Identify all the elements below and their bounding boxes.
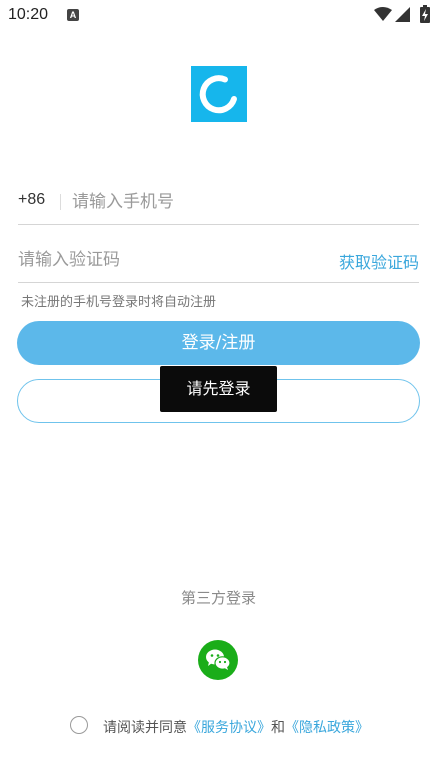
agreement-and: 和 (271, 720, 285, 736)
divider (60, 194, 61, 210)
service-agreement-link[interactable]: 《服务协议》 (187, 720, 271, 736)
phone-input[interactable] (72, 188, 402, 216)
code-row: 获取验证码 (18, 240, 419, 283)
third-party-title: 第三方登录 (180, 589, 256, 607)
status-time: 10:20 (8, 6, 49, 23)
wechat-login-button[interactable] (198, 640, 238, 680)
code-input[interactable] (18, 246, 308, 274)
country-code[interactable]: +86 (18, 191, 45, 209)
signal-icon (395, 7, 410, 22)
agreement-prefix: 请阅读并同意 (103, 720, 187, 736)
status-bar: 10:20 A (0, 0, 437, 30)
toast-message: 请先登录 (160, 366, 277, 412)
auto-register-hint: 未注册的手机号登录时将自动注册 (21, 295, 217, 310)
phone-row: +86 (18, 182, 419, 225)
notification-a-icon: A (67, 9, 79, 21)
app-logo (191, 66, 247, 122)
wifi-icon (374, 7, 392, 21)
battery-icon (420, 5, 430, 23)
agree-radio[interactable] (70, 716, 88, 734)
get-code-button[interactable]: 获取验证码 (339, 249, 419, 273)
privacy-policy-link[interactable]: 《隐私政策》 (285, 720, 369, 736)
wechat-icon (206, 649, 231, 670)
agreement-text: 请阅读并同意《服务协议》和《隐私政策》 (103, 717, 369, 737)
login-register-button[interactable]: 登录/注册 (17, 321, 420, 365)
logo-ring-icon (199, 75, 237, 114)
